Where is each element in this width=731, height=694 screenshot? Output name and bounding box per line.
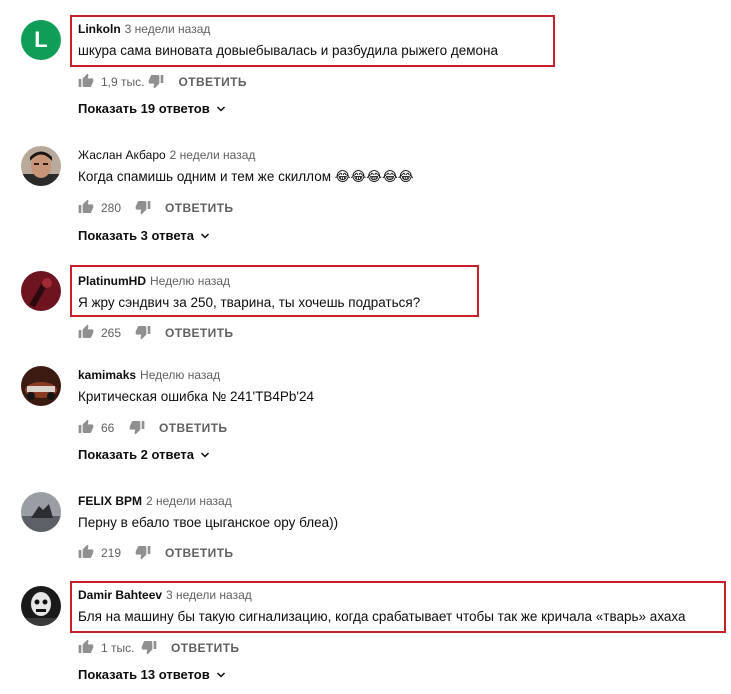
show-replies-label: Показать 19 ответов [78, 101, 210, 116]
avatar[interactable] [21, 586, 61, 626]
avatar-image [21, 586, 61, 626]
chevron-down-icon [216, 105, 225, 112]
comment-text: Я жру сэндвич за 250, тварина, ты хочешь… [78, 295, 421, 310]
thumbs-down-icon[interactable] [129, 419, 145, 438]
comment-actions: 1 тыс. ОТВЕТИТЬ [78, 638, 239, 658]
chevron-down-icon [200, 232, 210, 239]
thumbs-up-icon[interactable] [78, 199, 94, 218]
comment-text: Критическая ошибка № 241'ТВ4Рb'24 [78, 389, 314, 404]
chevron-down-icon [200, 451, 210, 458]
avatar[interactable]: L [21, 20, 61, 60]
comment-author[interactable]: kamimaks [78, 368, 136, 382]
like-count: 280 [101, 201, 122, 215]
like-count: 1 тыс. [101, 641, 135, 655]
avatar-letter: L [21, 20, 61, 60]
comment-time[interactable]: 2 недели назад [146, 494, 232, 508]
comment-meta: Linkoln 3 недели назад [78, 22, 210, 36]
like-count: 219 [101, 546, 122, 560]
comment-text: Перну в ебало твое цыганское ору блеа)) [78, 515, 339, 530]
reply-button[interactable]: ОТВЕТИТЬ [165, 201, 233, 215]
avatar[interactable] [21, 146, 61, 186]
comment-actions: 66 ОТВЕТИТЬ [78, 418, 227, 438]
comment-meta: FELIX BPM 2 недели назад [78, 494, 232, 508]
like-count: 1,9 тыс. [101, 75, 145, 89]
reply-button[interactable]: ОТВЕТИТЬ [165, 546, 233, 560]
comment-author[interactable]: Linkoln [78, 22, 121, 36]
comment-time[interactable]: 3 недели назад [166, 588, 252, 602]
comment-actions: 280 ОТВЕТИТЬ [78, 198, 233, 218]
avatar[interactable] [21, 271, 61, 311]
comment-author[interactable]: Damir Bahteev [78, 588, 162, 602]
like-count: 265 [101, 326, 122, 340]
thumbs-up-icon[interactable] [78, 73, 94, 92]
avatar-image [21, 366, 61, 406]
thumbs-down-icon[interactable] [141, 639, 157, 658]
reply-button[interactable]: ОТВЕТИТЬ [178, 75, 246, 89]
comment-actions: 265 ОТВЕТИТЬ [78, 323, 233, 343]
comment-author[interactable]: PlatinumHD [78, 274, 146, 288]
like-count: 66 [101, 421, 115, 435]
comment-text: шкура сама виновата довыебывалась и разб… [78, 43, 499, 58]
comment-time[interactable]: Неделю назад [140, 368, 220, 382]
show-replies-button[interactable]: Показать 3 ответа [78, 228, 211, 243]
thumbs-up-icon[interactable] [78, 639, 94, 658]
avatar-image [21, 492, 61, 532]
show-replies-button[interactable]: Показать 13 ответов [78, 667, 227, 682]
comment-meta: Damir Bahteev 3 недели назад [78, 588, 252, 602]
comment-time[interactable]: 2 недели назад [170, 148, 256, 162]
show-replies-button[interactable]: Показать 2 ответа [78, 447, 211, 462]
avatar[interactable] [21, 366, 61, 406]
show-replies-label: Показать 2 ответа [78, 447, 194, 462]
comment-actions: 219 ОТВЕТИТЬ [78, 543, 233, 563]
thumbs-down-icon[interactable] [135, 199, 151, 218]
comment-actions: 1,9 тыс. ОТВЕТИТЬ [78, 72, 247, 92]
avatar[interactable] [21, 492, 61, 532]
comment-meta: kamimaks Неделю назад [78, 368, 220, 382]
reply-button[interactable]: ОТВЕТИТЬ [171, 641, 239, 655]
thumbs-down-icon[interactable] [135, 324, 151, 343]
thumbs-down-icon[interactable] [148, 73, 164, 92]
avatar-image [21, 271, 61, 311]
reply-button[interactable]: ОТВЕТИТЬ [165, 326, 233, 340]
comment-meta: PlatinumHD Неделю назад [78, 274, 230, 288]
comment-time[interactable]: Неделю назад [150, 274, 230, 288]
show-replies-label: Показать 3 ответа [78, 228, 194, 243]
avatar-image [21, 146, 61, 186]
thumbs-up-icon[interactable] [78, 419, 94, 438]
thumbs-up-icon[interactable] [78, 544, 94, 563]
show-replies-button[interactable]: Показать 19 ответов [78, 101, 227, 116]
comment-text: Бля на машину бы такую сигнализацию, ког… [78, 609, 686, 624]
comment-time[interactable]: 3 недели назад [125, 22, 211, 36]
comment-meta: Жаслан Акбаро 2 недели назад [78, 148, 255, 162]
reply-button[interactable]: ОТВЕТИТЬ [159, 421, 227, 435]
show-replies-label: Показать 13 ответов [78, 667, 210, 682]
comment-text: Когда спамишь одним и тем же скиллом 😂😂😂… [78, 169, 414, 184]
thumbs-down-icon[interactable] [135, 544, 151, 563]
comment-author[interactable]: Жаслан Акбаро [78, 148, 166, 162]
chevron-down-icon [216, 671, 225, 678]
comment-author[interactable]: FELIX BPM [78, 494, 142, 508]
thumbs-up-icon[interactable] [78, 324, 94, 343]
